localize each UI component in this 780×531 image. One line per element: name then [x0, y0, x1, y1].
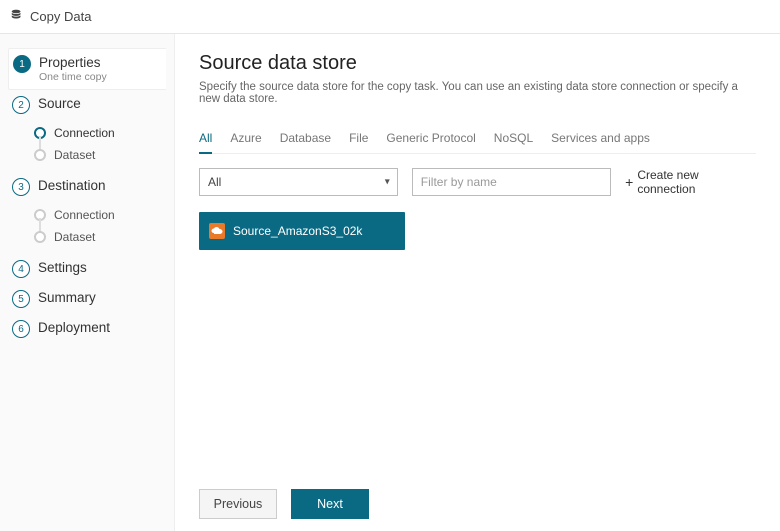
main-panel: Source data store Specify the source dat…	[175, 34, 780, 531]
step-deployment[interactable]: 6 Deployment	[8, 314, 166, 344]
wizard-footer: Previous Next	[199, 477, 756, 519]
create-connection-label: Create new connection	[637, 168, 756, 196]
plus-icon: +	[625, 175, 633, 189]
type-filter-select-input[interactable]: All	[199, 168, 398, 196]
tab-database[interactable]: Database	[280, 127, 331, 153]
step-number: 2	[12, 96, 30, 114]
step-number: 6	[12, 320, 30, 338]
substep-label: Connection	[54, 126, 115, 140]
substep-dataset[interactable]: Dataset	[30, 144, 166, 166]
copy-data-icon	[10, 8, 24, 25]
topbar-title: Copy Data	[30, 9, 91, 24]
tab-file[interactable]: File	[349, 127, 368, 153]
step-label: Settings	[38, 260, 87, 275]
wizard-sidebar: 1 Properties One time copy 2 Source Conn…	[0, 34, 175, 531]
connection-name: Source_AmazonS3_02k	[233, 224, 362, 238]
step-sublabel: One time copy	[39, 71, 107, 83]
step-label: Summary	[38, 290, 96, 305]
substep-dataset[interactable]: Dataset	[30, 226, 166, 248]
substep-connection[interactable]: Connection	[30, 204, 166, 226]
substep-label: Connection	[54, 208, 115, 222]
topbar: Copy Data	[0, 0, 780, 34]
page-title: Source data store	[199, 52, 756, 75]
connection-card[interactable]: Source_AmazonS3_02k	[199, 212, 405, 250]
substep-label: Dataset	[54, 148, 95, 162]
substep-connection[interactable]: Connection	[30, 122, 166, 144]
step-label: Properties	[39, 55, 107, 70]
category-tabs: All Azure Database File Generic Protocol…	[199, 127, 756, 154]
page-description: Specify the source data store for the co…	[199, 81, 756, 105]
step-number: 1	[13, 55, 31, 73]
type-filter-select[interactable]: All ▾	[199, 168, 398, 196]
step-number: 3	[12, 178, 30, 196]
destination-substeps: Connection Dataset	[8, 204, 166, 248]
tab-nosql[interactable]: NoSQL	[494, 127, 533, 153]
previous-button[interactable]: Previous	[199, 489, 277, 519]
tab-generic-protocol[interactable]: Generic Protocol	[386, 127, 475, 153]
substep-label: Dataset	[54, 230, 95, 244]
tab-services-apps[interactable]: Services and apps	[551, 127, 650, 153]
step-label: Source	[38, 96, 81, 111]
filter-row: All ▾ + Create new connection	[199, 168, 756, 196]
tab-all[interactable]: All	[199, 127, 212, 153]
step-properties[interactable]: 1 Properties One time copy	[8, 48, 166, 90]
step-summary[interactable]: 5 Summary	[8, 284, 166, 314]
source-substeps: Connection Dataset	[8, 122, 166, 166]
substep-dot-icon	[34, 231, 46, 243]
step-label: Deployment	[38, 320, 110, 335]
create-connection-link[interactable]: + Create new connection	[625, 168, 756, 196]
amazon-s3-icon	[209, 223, 225, 239]
step-source[interactable]: 2 Source	[8, 90, 166, 120]
substep-dot-icon	[34, 149, 46, 161]
tab-azure[interactable]: Azure	[230, 127, 261, 153]
step-label: Destination	[38, 178, 106, 193]
step-settings[interactable]: 4 Settings	[8, 254, 166, 284]
step-destination[interactable]: 3 Destination	[8, 172, 166, 202]
step-number: 5	[12, 290, 30, 308]
step-number: 4	[12, 260, 30, 278]
next-button[interactable]: Next	[291, 489, 369, 519]
name-filter-input[interactable]	[412, 168, 611, 196]
